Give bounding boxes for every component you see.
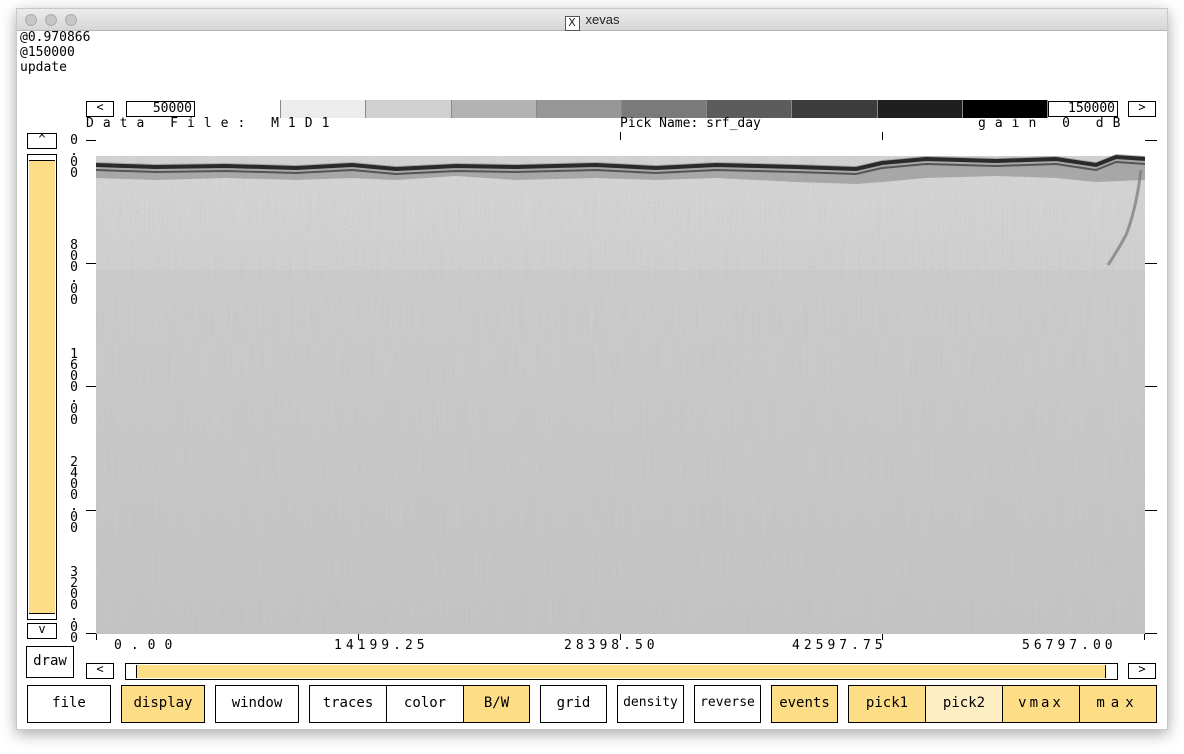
x-tick-top-2: [620, 132, 621, 140]
colorbar-swatch-2: [366, 100, 452, 118]
grid-button[interactable]: grid: [540, 685, 607, 723]
pick1-button[interactable]: pick1: [848, 685, 926, 723]
y-tick-2: [86, 386, 96, 387]
console-line-1: @0.970866: [20, 30, 91, 45]
console-line-3: update: [20, 60, 67, 75]
x-tick-label-1: 14199.25: [334, 638, 429, 653]
x-tick-label-2: 28398.50: [564, 638, 659, 653]
display-button[interactable]: display: [121, 685, 205, 723]
y-tick-1: [86, 263, 96, 264]
y-tick-label-4: 3 2 0 0 . 0 0: [70, 565, 78, 646]
y-tick-right-2: [1145, 386, 1157, 387]
hscroll-thumb[interactable]: [136, 665, 1106, 678]
x11-icon: X: [564, 16, 580, 31]
colorbar-swatch-8: [877, 100, 963, 118]
x-tick-4: [1144, 634, 1145, 640]
hscroll-left-button[interactable]: <: [86, 663, 114, 679]
window-button[interactable]: window: [215, 685, 299, 723]
hscroll-right-button[interactable]: >: [1128, 663, 1156, 679]
console-line-2: @150000: [20, 45, 75, 60]
max-button[interactable]: max: [1079, 685, 1157, 723]
y-tick-0: [86, 140, 96, 141]
y-tick-right-3: [1145, 510, 1157, 511]
vscroll-down-button[interactable]: v: [27, 623, 57, 639]
traces-button[interactable]: traces: [309, 685, 387, 723]
vscroll-up-button[interactable]: ^: [27, 133, 57, 149]
color-button[interactable]: color: [386, 685, 464, 723]
x-tick-label-0: 0.00: [114, 638, 182, 653]
x-tick-label-3: 42597.75: [792, 638, 887, 653]
window-title: Xxevas: [17, 12, 1167, 31]
data-file-label: Data File: M1D1: [86, 116, 339, 131]
y-tick-4: [86, 633, 96, 634]
colorbar-min-value[interactable]: 50000: [126, 101, 195, 117]
hscroll-track[interactable]: [125, 663, 1118, 680]
file-button[interactable]: file: [27, 685, 111, 723]
window-title-text: xevas: [585, 12, 620, 27]
vscroll-track[interactable]: [27, 154, 57, 620]
colorbar-max-value[interactable]: 150000: [1048, 101, 1118, 117]
density-button[interactable]: density: [617, 685, 684, 723]
colorbar-swatch-3: [451, 100, 537, 118]
pick2-button[interactable]: pick2: [925, 685, 1003, 723]
vscroll-thumb[interactable]: [29, 160, 55, 614]
y-tick-right-0: [1145, 140, 1157, 141]
y-tick-label-1: 8 0 0 . 0 0: [70, 238, 78, 308]
vmax-button[interactable]: vmax: [1002, 685, 1080, 723]
y-tick-label-3: 2 4 0 0 . 0 0: [70, 455, 78, 536]
pick-name-label: Pick Name: srf_day: [620, 116, 761, 131]
colorbar-swatch-4: [536, 100, 623, 118]
colorbar-swatch-7: [792, 100, 878, 118]
title-bar: Xxevas: [17, 9, 1167, 31]
y-tick-right-1: [1145, 263, 1157, 264]
x-tick-top-3: [882, 132, 883, 140]
events-button[interactable]: events: [771, 685, 838, 723]
x-tick-0: [96, 634, 97, 640]
y-tick-right-4: [1145, 633, 1157, 634]
draw-button[interactable]: draw: [26, 646, 74, 678]
y-tick-3: [86, 510, 96, 511]
reverse-button[interactable]: reverse: [694, 685, 761, 723]
y-tick-label-0: 0 . 0 0: [70, 133, 78, 181]
x-tick-label-4: 56797.00: [1022, 638, 1117, 653]
gain-label: gain 0 dB: [978, 116, 1130, 131]
colorbar-left-button[interactable]: <: [86, 101, 114, 117]
colorbar-right-button[interactable]: >: [1128, 101, 1156, 117]
y-tick-label-2: 1 6 0 0 . 0 0: [70, 347, 78, 428]
radargram-plot[interactable]: [96, 140, 1145, 634]
bw-button[interactable]: B/W: [463, 685, 530, 723]
